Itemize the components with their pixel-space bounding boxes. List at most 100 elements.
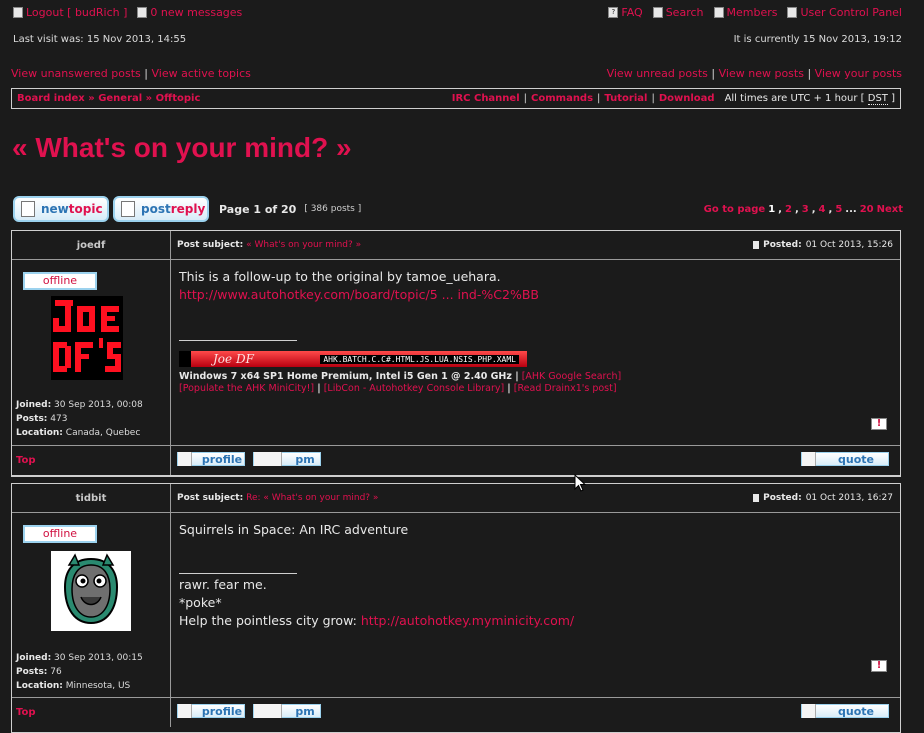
report-icon[interactable]: ! <box>871 418 887 430</box>
separator: | <box>144 67 148 80</box>
page-link-5[interactable]: 5 <box>835 204 842 215</box>
download-link[interactable]: Download <box>659 93 715 104</box>
top-link[interactable]: Top <box>16 707 36 718</box>
pm-button[interactable]: pm <box>253 704 321 718</box>
signature-banner[interactable]: Joe DF AHK.BATCH.C.C#.HTML.JS.LUA.NSIS.P… <box>179 351 527 367</box>
page-link-2[interactable]: 2 <box>785 204 792 215</box>
commands-link[interactable]: Commands <box>531 93 593 104</box>
view-unread-link[interactable]: View unread posts <box>607 67 708 80</box>
signature-text: rawr. fear me. *poke* Help the pointless… <box>179 576 574 630</box>
top-link[interactable]: Top <box>16 455 36 466</box>
view-active-link[interactable]: View active topics <box>151 67 250 80</box>
report-icon[interactable]: ! <box>871 660 887 672</box>
profile-button[interactable]: profile <box>177 452 245 466</box>
sig-google-link[interactable]: [AHK Google Search] <box>522 371 621 382</box>
breadcrumb-board-index[interactable]: Board index <box>17 93 85 104</box>
messages-link[interactable]: 0 new messages <box>137 6 242 19</box>
goto-page-link[interactable]: Go to page <box>704 204 766 215</box>
user-icon <box>787 6 798 18</box>
dst-label: DST <box>867 93 888 105</box>
topic-title[interactable]: « What's on your mind? » <box>12 132 352 164</box>
quote-button[interactable]: quote <box>801 704 889 718</box>
location-value: Canada, Quebec <box>65 428 141 438</box>
post-subject-link[interactable]: « What's on your mind? » <box>246 240 361 250</box>
pm-icon <box>254 452 282 466</box>
post-subject-link[interactable]: Re: « What's on your mind? » <box>246 493 378 503</box>
posts-value: 76 <box>50 667 62 677</box>
post-author[interactable]: tidbit <box>12 484 171 512</box>
ucp-label[interactable]: User Control Panel <box>800 6 902 19</box>
avatar <box>51 551 131 631</box>
page-link-4[interactable]: 4 <box>819 204 826 215</box>
profile-column: offline Joined: 30 Sep 2013, 00:15 Posts… <box>12 513 171 697</box>
top-bar: Logout [ budRich ] 0 new messages ? FAQ … <box>13 4 902 20</box>
profile-icon <box>178 704 192 718</box>
posts-label: Posts: <box>16 667 48 677</box>
banner-tags: AHK.BATCH.C.C#.HTML.JS.LUA.NSIS.PHP.XAML <box>320 354 519 364</box>
view-new-link[interactable]: View new posts <box>719 67 804 80</box>
breadcrumb-offtopic[interactable]: Offtopic <box>156 93 201 104</box>
messages-icon <box>137 6 148 18</box>
post-header: tidbit Post subject: Re: « What's on you… <box>12 484 900 513</box>
joined-label: Joined: <box>16 653 52 663</box>
posts-value: 473 <box>50 414 68 424</box>
quote-icon <box>802 452 816 466</box>
page-link-3[interactable]: 3 <box>802 204 809 215</box>
messages-label[interactable]: 0 new messages <box>150 6 242 19</box>
post-subject: Post subject: « What's on your mind? » <box>177 240 361 250</box>
post-message: Squirrels in Space: An IRC adventure <box>179 521 408 539</box>
profile-button[interactable]: profile <box>177 704 245 718</box>
profile-meta: Joined: 30 Sep 2013, 00:08 Posts: 473 Lo… <box>16 398 143 440</box>
sig-minicity-link[interactable]: [Populate the AHK MiniCity!] <box>179 383 314 394</box>
quote-button[interactable]: quote <box>801 452 889 466</box>
ucp-link[interactable]: User Control Panel <box>787 6 902 19</box>
page-sep: , <box>811 203 816 215</box>
pm-button[interactable]: pm <box>253 452 321 466</box>
faq-label[interactable]: FAQ <box>621 6 642 19</box>
nav-links: IRC Channel | Commands | Tutorial | Down… <box>452 93 895 105</box>
post-subject-label: Post subject: <box>177 240 244 250</box>
post-footer: Top profile pm quote <box>12 446 900 475</box>
logout-label[interactable]: Logout [ budRich ] <box>26 6 127 19</box>
view-yours-link[interactable]: View your posts <box>815 67 902 80</box>
next-page-link[interactable]: Next <box>877 204 903 215</box>
irc-channel-link[interactable]: IRC Channel <box>452 93 520 104</box>
sig-line: *poke* <box>179 595 222 610</box>
view-unanswered-link[interactable]: View unanswered posts <box>11 67 141 80</box>
new-topic-icon <box>21 201 35 217</box>
sig-libcon-link[interactable]: [LibCon - Autohotkey Console Library] <box>324 383 505 394</box>
breadcrumb-sep: » <box>88 93 95 104</box>
post-link[interactable]: http://www.autohotkey.com/board/topic/5 … <box>179 287 539 302</box>
profile-icon <box>178 452 192 466</box>
sig-minicity-link[interactable]: http://autohotkey.myminicity.com/ <box>361 613 574 628</box>
search-link[interactable]: Search <box>652 6 704 19</box>
pm-icon <box>254 704 282 718</box>
location-label: Location: <box>16 428 63 438</box>
logout-link[interactable]: Logout [ budRich ] <box>13 6 127 19</box>
offline-badge: offline <box>23 272 97 290</box>
posted-label: Posted: <box>763 493 802 503</box>
post: tidbit Post subject: Re: « What's on you… <box>11 483 901 733</box>
sig-drainx-link[interactable]: [Read Drainx1's post] <box>514 383 617 394</box>
members-label[interactable]: Members <box>727 6 778 19</box>
members-link[interactable]: Members <box>713 6 778 19</box>
page-link-20[interactable]: 20 <box>860 204 874 215</box>
tutorial-link[interactable]: Tutorial <box>604 93 647 104</box>
cursor-icon <box>574 474 586 492</box>
page-sep: , <box>828 203 833 215</box>
new-topic-button[interactable]: newtopic <box>13 196 109 222</box>
signature-divider <box>179 573 297 574</box>
posts-label: Posts: <box>16 414 48 424</box>
breadcrumb-general[interactable]: General <box>98 93 142 104</box>
avatar <box>51 296 123 380</box>
post-author[interactable]: joedf <box>12 231 171 259</box>
faq-link[interactable]: ? FAQ <box>608 6 643 19</box>
post-reply-button[interactable]: postreply <box>113 196 209 222</box>
pm-label: pm <box>295 452 315 466</box>
breadcrumb-sep: » <box>145 93 153 104</box>
post-date-value: 01 Oct 2013, 15:26 <box>805 240 893 250</box>
post-date-value: 01 Oct 2013, 16:27 <box>805 493 893 503</box>
separator: | <box>597 93 601 104</box>
page-current: 1 <box>768 203 776 215</box>
search-label[interactable]: Search <box>666 6 704 19</box>
